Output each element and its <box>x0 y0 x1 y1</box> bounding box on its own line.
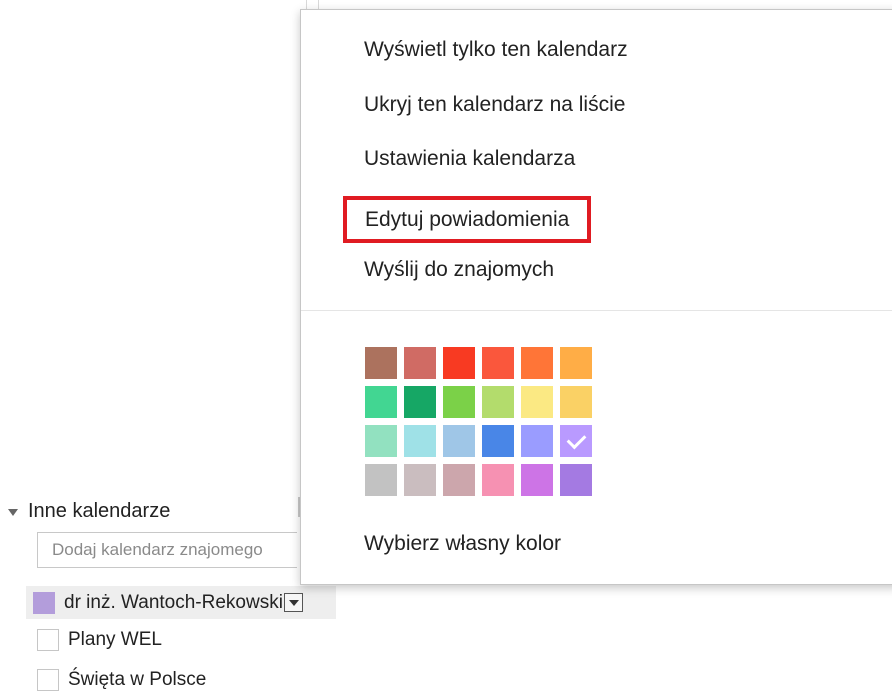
color-swatch[interactable] <box>521 425 553 457</box>
other-calendars-header[interactable]: Inne kalendarze <box>8 496 170 526</box>
color-swatch[interactable] <box>560 425 592 457</box>
sidebar: Inne kalendarze dr inż. Wantoch-Rekowski… <box>0 0 340 691</box>
menu-item-hide-from-list[interactable]: Ukryj ten kalendarz na liście <box>364 89 625 121</box>
menu-item-edit-notifications[interactable]: Edytuj powiadomienia <box>343 196 592 243</box>
collapse-caret-icon[interactable] <box>8 508 18 516</box>
color-swatch[interactable] <box>365 386 397 418</box>
calendar-checkbox[interactable] <box>37 669 59 691</box>
color-swatch[interactable] <box>482 386 514 418</box>
color-swatch[interactable] <box>482 347 514 379</box>
color-swatch[interactable] <box>365 464 397 496</box>
add-friend-calendar-input[interactable] <box>37 532 297 568</box>
color-swatch[interactable] <box>443 425 475 457</box>
color-swatch[interactable] <box>482 464 514 496</box>
calendar-context-menu: Wyświetl tylko ten kalendarz Ukryj ten k… <box>300 9 892 585</box>
color-swatch[interactable] <box>365 425 397 457</box>
color-swatch[interactable] <box>404 347 436 379</box>
color-swatch[interactable] <box>482 425 514 457</box>
color-swatch[interactable] <box>521 464 553 496</box>
calendar-item-plany-wel[interactable]: Plany WEL <box>28 625 162 655</box>
color-swatch[interactable] <box>404 425 436 457</box>
color-swatch[interactable] <box>521 347 553 379</box>
color-swatch[interactable] <box>365 347 397 379</box>
color-swatch[interactable] <box>443 386 475 418</box>
checkmark-icon <box>566 429 586 450</box>
calendar-name: Plany WEL <box>68 629 162 650</box>
calendar-color-swatch[interactable] <box>33 591 55 614</box>
color-swatch[interactable] <box>560 464 592 496</box>
calendar-item-swieta[interactable]: Święta w Polsce <box>28 665 206 695</box>
color-swatch[interactable] <box>560 347 592 379</box>
calendar-item-wantoch[interactable]: dr inż. Wantoch-Rekowski <box>26 586 336 619</box>
color-swatch[interactable] <box>404 386 436 418</box>
color-swatch[interactable] <box>443 347 475 379</box>
calendar-name: dr inż. Wantoch-Rekowski <box>64 591 283 613</box>
menu-item-share-with-friends[interactable]: Wyślij do znajomych <box>364 254 554 286</box>
calendar-checkbox[interactable] <box>37 629 59 651</box>
menu-divider <box>301 310 892 311</box>
menu-item-show-only-this[interactable]: Wyświetl tylko ten kalendarz <box>364 34 628 66</box>
color-swatch[interactable] <box>443 464 475 496</box>
color-swatch[interactable] <box>521 386 553 418</box>
color-palette <box>365 347 592 496</box>
color-swatch[interactable] <box>560 386 592 418</box>
menu-item-custom-color[interactable]: Wybierz własny kolor <box>364 528 561 560</box>
dropdown-arrow-icon <box>288 599 299 606</box>
color-swatch[interactable] <box>404 464 436 496</box>
calendar-options-button[interactable] <box>284 593 303 612</box>
calendar-name: Święta w Polsce <box>68 669 207 690</box>
menu-item-calendar-settings[interactable]: Ustawienia kalendarza <box>364 143 575 175</box>
other-calendars-title: Inne kalendarze <box>28 499 171 522</box>
